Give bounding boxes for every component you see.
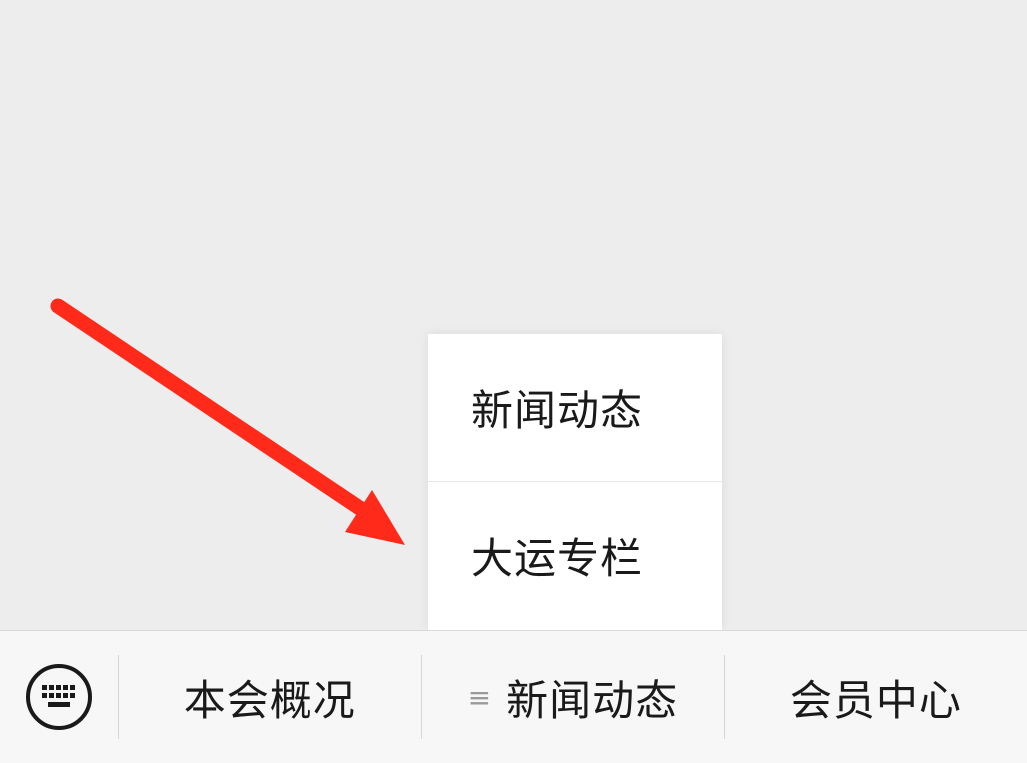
menu-tab-overview[interactable]: 本会概况 [119,631,421,763]
submenu-item-news[interactable]: 新闻动态 [428,334,722,481]
menu-tab-label: 本会概况 [183,675,356,725]
submenu-item-label: 新闻动态 [471,386,644,435]
submenu-item-label: 大运专栏 [471,533,644,583]
news-submenu: 新闻动态 大运专栏 [428,334,722,630]
menu-tab-label: 新闻动态 [506,675,679,725]
keyboard-toggle-button[interactable] [0,631,118,763]
menu-tab-member-center[interactable]: 会员中心 [725,631,1027,763]
menu-tab-label: 会员中心 [789,675,962,725]
submenu-item-universiade[interactable]: 大运专栏 [428,481,722,628]
keyboard-icon [25,664,92,730]
submenu-indicator-icon: ≡ [467,680,493,714]
menu-tab-news[interactable]: ≡ 新闻动态 [422,631,724,763]
bottom-menu-bar: 本会概况 ≡ 新闻动态 会员中心 [0,630,1027,763]
wechat-official-account-screen: 新闻动态 大运专栏 本会概况 ≡ 新闻动态 会员中心 [0,0,1027,763]
